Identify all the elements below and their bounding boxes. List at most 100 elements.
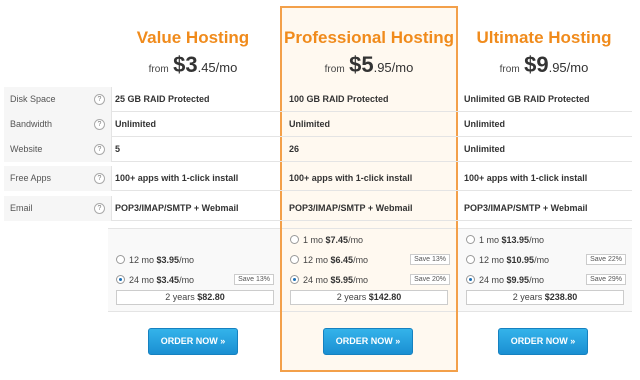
radio-button-selected[interactable] [466,275,475,284]
feature-value: Unlimited [464,144,506,154]
billing-option[interactable]: 1 mo $13.95/mo [466,233,544,247]
plan-price: from $9.95/mo [457,52,631,78]
billing-options-ultimate: 1 mo $13.95/mo 12 mo $10.95/mo Save 22% … [458,228,632,312]
option-price: $10.95 [506,255,535,265]
option-period: /mo [353,275,369,285]
option-period: /mo [353,255,369,265]
price-period: /mo [215,60,238,75]
price-from-label: from [148,64,169,75]
plan-title: Professional Hosting [283,28,455,47]
radio-button-selected[interactable] [116,275,125,284]
total-value: $238.80 [544,292,578,302]
option-period: /mo [529,275,545,285]
radio-button[interactable] [466,235,475,244]
option-term: 1 mo [303,235,324,245]
feature-value: 100+ apps with 1-click install [289,173,413,183]
option-term: 12 mo [129,255,155,265]
billing-options-value: 12 mo $3.95/mo 24 mo $3.45/mo Save 13% 2… [108,228,280,312]
radio-button[interactable] [466,255,475,264]
option-price: $9.95 [506,275,530,285]
feature-value: 25 GB RAID Protected [115,94,210,104]
radio-button-selected[interactable] [290,275,299,284]
question-circle-icon[interactable]: ? [94,119,105,130]
plan-price: from $5.95/mo [281,52,457,78]
option-period: /mo [529,235,545,245]
question-circle-icon[interactable]: ? [94,144,105,155]
price-period: /mo [566,60,589,75]
feature-value: Unlimited [464,119,506,129]
price-cents: .45 [197,60,216,75]
feature-label-text: Email [10,203,33,213]
price-cents: .95 [373,60,392,75]
billing-option[interactable]: 24 mo $3.45/mo [116,273,194,287]
total-value: $142.80 [368,292,402,302]
plan-title: Ultimate Hosting [476,28,612,47]
option-term: 24 mo [129,275,155,285]
radio-button[interactable] [290,235,299,244]
price-from-label: from [499,64,520,75]
feature-label: Disk Space? [4,87,112,112]
option-price: $6.45 [330,255,354,265]
option-price: $3.95 [156,255,180,265]
hosting-pricing-table: Value Hosting from $3.45/mo Professional… [0,0,640,380]
price-main: $9 [524,52,549,77]
radio-button[interactable] [116,255,125,264]
billing-option[interactable]: 12 mo $10.95/mo [466,253,549,267]
option-period: /mo [348,235,364,245]
billing-option[interactable]: 12 mo $6.45/mo [290,253,368,267]
option-period: /mo [179,275,195,285]
billing-option[interactable]: 12 mo $3.95/mo [116,253,194,267]
option-price: $5.95 [330,275,354,285]
feature-label-text: Bandwidth [10,119,53,129]
save-badge: Save 20% [410,274,450,285]
feature-label-text: Free Apps [10,173,52,183]
price-cents: .95 [548,60,567,75]
save-badge: Save 13% [234,274,274,285]
billing-option[interactable]: 24 mo $5.95/mo [290,273,368,287]
option-period: /mo [179,255,195,265]
feature-value: POP3/IMAP/SMTP + Webmail [464,203,588,213]
price-period: /mo [391,60,414,75]
option-term: 24 mo [479,275,505,285]
question-circle-icon[interactable]: ? [94,94,105,105]
price-from-label: from [324,64,345,75]
feature-label: Website? [4,137,112,162]
feature-value: POP3/IMAP/SMTP + Webmail [289,203,413,213]
question-circle-icon[interactable]: ? [94,203,105,214]
total-price-box: 2 years $142.80 [290,290,448,305]
billing-options-professional: 1 mo $7.45/mo 12 mo $6.45/mo Save 13% 24… [282,228,456,312]
plan-title: Value Hosting [136,28,250,47]
feature-value: 100+ apps with 1-click install [464,173,588,183]
save-badge: Save 13% [410,254,450,265]
option-term: 24 mo [303,275,329,285]
order-now-button-professional[interactable]: ORDER NOW » [323,328,413,355]
billing-option[interactable]: 1 mo $7.45/mo [290,233,363,247]
feature-row-free-apps: Free Apps? 100+ apps with 1-click instal… [4,166,632,191]
billing-option[interactable]: 24 mo $9.95/mo [466,273,544,287]
feature-value: Unlimited GB RAID Protected [464,94,590,104]
total-value: $82.80 [197,292,225,302]
price-main: $5 [349,52,374,77]
feature-label: Free Apps? [4,166,112,191]
feature-label-text: Website [10,144,43,154]
option-period: /mo [534,255,550,265]
feature-row-disk-space: Disk Space? 25 GB RAID Protected 100 GB … [4,87,632,112]
feature-row-email: Email? POP3/IMAP/SMTP + Webmail POP3/IMA… [4,196,632,221]
radio-button[interactable] [290,255,299,264]
option-price: $3.45 [156,275,180,285]
save-badge: Save 22% [586,254,626,265]
total-label: 2 years [165,292,195,302]
total-label: 2 years [336,292,367,302]
total-label: 2 years [512,292,543,302]
total-price-box: 2 years $82.80 [116,290,274,305]
option-term: 12 mo [303,255,329,265]
option-price: $7.45 [325,235,349,245]
question-circle-icon[interactable]: ? [94,173,105,184]
order-now-button-value[interactable]: ORDER NOW » [148,328,238,355]
feature-label: Bandwidth? [4,112,112,137]
plan-price: from $3.45/mo [106,52,280,78]
order-now-button-ultimate[interactable]: ORDER NOW » [498,328,588,355]
feature-value: 26 [289,144,300,154]
feature-row-website: Website? 5 26 Unlimited [4,137,632,162]
feature-label: Email? [4,196,112,221]
